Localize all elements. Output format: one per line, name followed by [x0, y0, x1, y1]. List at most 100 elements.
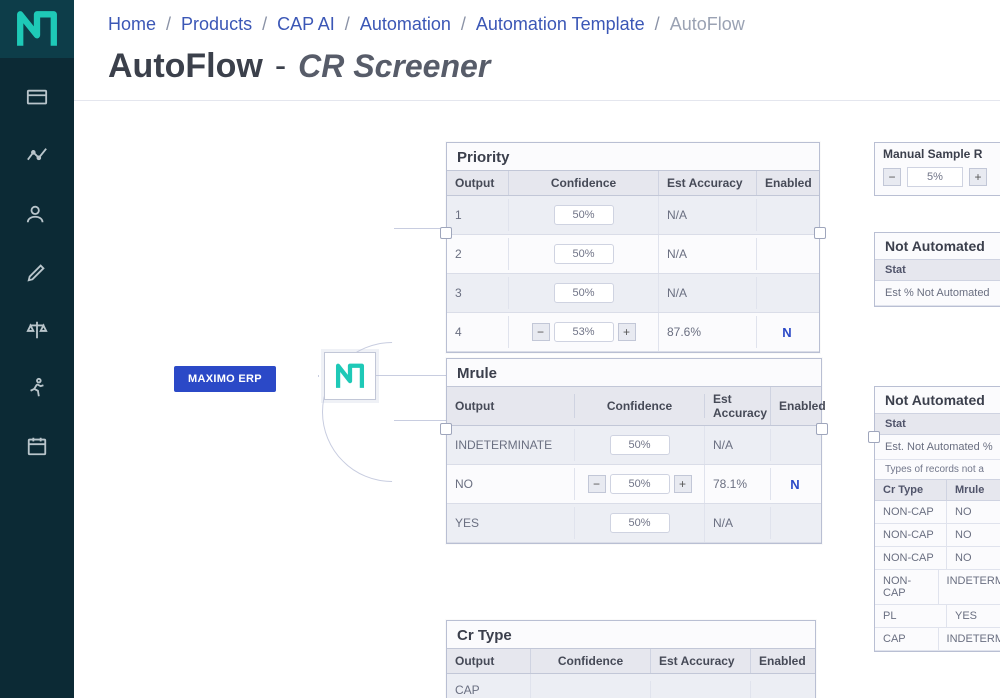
crumb-template[interactable]: Automation Template	[476, 14, 645, 35]
cell-enabled[interactable]	[757, 245, 817, 263]
list-col-crtype[interactable]: Cr Type	[875, 480, 947, 500]
node-handle[interactable]	[814, 227, 826, 239]
list-cell: INDETERM	[939, 628, 1000, 650]
balance-icon[interactable]	[23, 318, 51, 342]
step-up-button[interactable]: +	[674, 475, 692, 493]
table-row[interactable]: NO − 50% + 78.1% N	[447, 465, 821, 504]
calendar-icon[interactable]	[23, 434, 51, 458]
cell-output: CAP	[447, 674, 531, 698]
notauto-stat-header: Stat	[875, 259, 1000, 281]
confidence-value: 50%	[610, 513, 670, 533]
source-chip[interactable]: MAXIMO ERP	[174, 366, 276, 392]
cell-confidence[interactable]: 50%	[509, 235, 659, 273]
page-title: AutoFlow - CR Screener	[74, 41, 1000, 101]
list-cell: YES	[947, 605, 1000, 627]
crumb-current: AutoFlow	[670, 14, 745, 35]
crumb-products[interactable]: Products	[181, 14, 252, 35]
table-row[interactable]: CAP	[447, 674, 815, 698]
list-col-mrule[interactable]: Mrule	[947, 480, 1000, 500]
notauto-list-header: Cr Type Mrule	[875, 479, 1000, 501]
cell-output: INDETERMINATE	[447, 429, 575, 461]
col-enabled[interactable]: Enabled	[757, 171, 817, 195]
model-node[interactable]	[324, 352, 376, 400]
col-output[interactable]: Output	[447, 394, 575, 418]
col-confidence[interactable]: Confidence	[531, 649, 651, 673]
list-cell: NON-CAP	[875, 524, 947, 546]
cell-enabled[interactable]	[771, 436, 819, 454]
crumb-capai[interactable]: CAP AI	[277, 14, 335, 35]
manual-sample-value[interactable]: 5%	[907, 167, 963, 187]
table-row[interactable]: YES 50% N/A	[447, 504, 821, 543]
col-output[interactable]: Output	[447, 171, 509, 195]
col-confidence[interactable]: Confidence	[575, 394, 705, 418]
confidence-stepper[interactable]: − 53% +	[532, 322, 636, 342]
cell-enabled[interactable]	[757, 206, 817, 224]
notauto-title: Not Automated	[875, 387, 1000, 413]
table-row[interactable]: INDETERMINATE 50% N/A	[447, 426, 821, 465]
step-up-button[interactable]: +	[618, 323, 636, 341]
users-icon[interactable]	[23, 202, 51, 226]
edit-icon[interactable]	[23, 260, 51, 284]
confidence-value: 50%	[554, 205, 614, 225]
flow-canvas[interactable]: MAXIMO ERP Priority Output Confidence Es…	[74, 120, 1000, 698]
app-logo[interactable]	[0, 0, 74, 58]
step-up-button[interactable]: +	[969, 168, 987, 186]
step-down-button[interactable]: −	[588, 475, 606, 493]
crtype-node[interactable]: Cr Type Output Confidence Est Accuracy E…	[446, 620, 816, 698]
col-accuracy[interactable]: Est Accuracy	[651, 649, 751, 673]
mrule-node[interactable]: Mrule Output Confidence Est Accuracy Ena…	[446, 358, 822, 544]
analytics-icon[interactable]	[23, 144, 51, 168]
table-row[interactable]: 4 − 53% + 87.6% N	[447, 313, 819, 352]
manual-sample-node[interactable]: Manual Sample R − 5% +	[874, 142, 1000, 196]
crumb-sep: /	[262, 14, 267, 35]
cell-confidence[interactable]: − 53% +	[509, 313, 659, 351]
node-handle[interactable]	[440, 227, 452, 239]
col-enabled[interactable]: Enabled	[771, 394, 819, 418]
node-handle[interactable]	[816, 423, 828, 435]
not-automated-node-1[interactable]: Not Automated Stat Est % Not Automated	[874, 232, 1000, 307]
dashboard-icon[interactable]	[23, 86, 51, 110]
table-row[interactable]: 3 50% N/A	[447, 274, 819, 313]
col-enabled[interactable]: Enabled	[751, 649, 811, 673]
list-cell: NON-CAP	[875, 547, 947, 569]
col-confidence[interactable]: Confidence	[509, 171, 659, 195]
col-output[interactable]: Output	[447, 649, 531, 673]
crumb-sep: /	[655, 14, 660, 35]
priority-node[interactable]: Priority Output Confidence Est Accuracy …	[446, 142, 820, 353]
table-row[interactable]: 1 50% N/A	[447, 196, 819, 235]
cell-enabled[interactable]	[751, 681, 811, 698]
cell-confidence[interactable]: 50%	[509, 196, 659, 234]
list-item: NON-CAP NO	[875, 501, 1000, 524]
cell-confidence[interactable]	[531, 681, 651, 698]
table-row[interactable]: 2 50% N/A	[447, 235, 819, 274]
col-accuracy[interactable]: Est Accuracy	[659, 171, 757, 195]
cell-enabled[interactable]: N	[757, 316, 817, 349]
cell-confidence[interactable]: 50%	[575, 426, 705, 464]
cell-enabled[interactable]: N	[771, 468, 819, 501]
not-automated-node-2[interactable]: Not Automated Stat Est. Not Automated % …	[874, 386, 1000, 652]
step-down-button[interactable]: −	[532, 323, 550, 341]
cell-accuracy: N/A	[705, 429, 771, 461]
cell-confidence[interactable]: 50%	[575, 504, 705, 542]
cell-enabled[interactable]	[757, 284, 817, 302]
node-handle[interactable]	[868, 431, 880, 443]
confidence-value: 50%	[554, 283, 614, 303]
node-handle[interactable]	[440, 423, 452, 435]
step-down-button[interactable]: −	[883, 168, 901, 186]
cell-confidence[interactable]: − 50% +	[575, 465, 705, 503]
cell-enabled[interactable]	[771, 514, 819, 532]
runner-icon[interactable]	[23, 376, 51, 400]
col-accuracy[interactable]: Est Accuracy	[705, 387, 771, 425]
list-cell: CAP	[875, 628, 939, 650]
confidence-stepper[interactable]: − 50% +	[588, 474, 692, 494]
rail-items	[23, 86, 51, 458]
crumb-home[interactable]: Home	[108, 14, 156, 35]
crumb-sep: /	[461, 14, 466, 35]
cell-confidence[interactable]: 50%	[509, 274, 659, 312]
cell-output: 4	[447, 316, 509, 348]
crumb-automation[interactable]: Automation	[360, 14, 451, 35]
list-cell: NO	[947, 547, 1000, 569]
main-area: Home / Products / CAP AI / Automation / Auto…	[74, 0, 1000, 698]
priority-header: Output Confidence Est Accuracy Enabled	[447, 170, 819, 196]
crumb-sep: /	[166, 14, 171, 35]
